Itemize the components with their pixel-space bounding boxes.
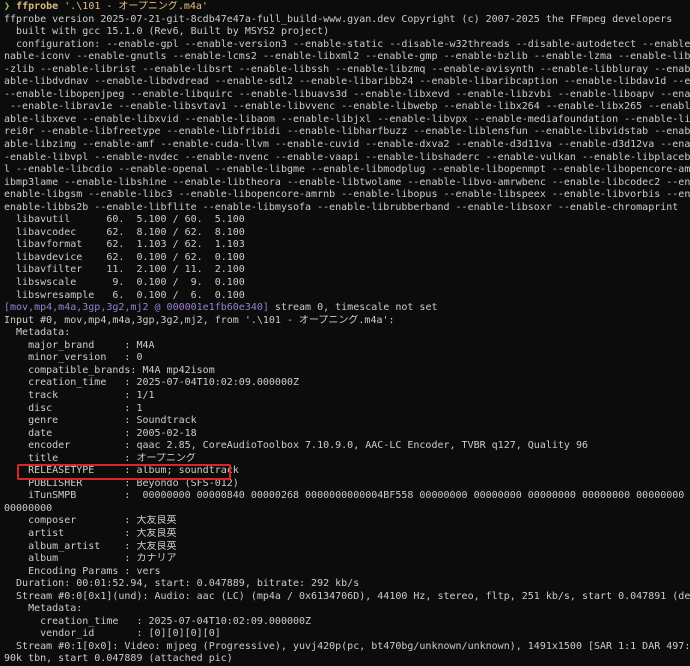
media-info-line: major_brand : M4A [4, 339, 155, 351]
prompt-line: ❯ ffprobe '.\101 - オープニング.m4a' [0, 1, 690, 14]
build-log-line: -zlib --enable-librist --enable-libsrt -… [4, 63, 690, 75]
media-info-line: artist : 大友良英 [4, 527, 177, 539]
command-text: ffprobe [16, 1, 59, 12]
media-info-line: track : 1/1 [4, 389, 155, 401]
media-info-line: Input #0, mov,mp4,m4a,3gp,3g2,mj2, from … [4, 314, 395, 326]
build-log-line: enable-libgsm --enable-libc3 --enable-li… [4, 189, 690, 201]
media-info-line: date : 2005-02-18 [4, 427, 197, 439]
build-log-line: libavfilter 11. 2.100 / 11. 2.100 [4, 264, 245, 276]
build-log-line: libavdevice 62. 0.100 / 62. 0.100 [4, 251, 245, 263]
build-log-line: libavcodec 62. 8.100 / 62. 8.100 [4, 226, 245, 238]
media-info-line: minor_version : 0 [4, 352, 143, 364]
media-info-line: composer : 大友良英 [4, 515, 177, 527]
media-info-line: Stream #0:0[0x1](und): Audio: aac (LC) (… [4, 590, 690, 602]
media-info-line: Metadata: [4, 327, 71, 339]
media-info-line: Duration: 00:01:52.94, start: 0.047889, … [4, 578, 360, 590]
media-info-line: 00000000 [4, 502, 53, 514]
media-info-line: creation_time : 2025-07-04T10:02:09.0000… [4, 615, 312, 627]
build-log-line: --enable-libopenjpeg --enable-libquirc -… [4, 88, 690, 100]
media-info-line: Stream #0:1[0x0]: Video: mjpeg (Progress… [16, 640, 690, 652]
terminal-window[interactable]: ❯ ffprobe '.\101 - オープニング.m4a' ffprobe v… [0, 1, 690, 666]
build-log-line: able-libxeve --enable-libxvid --enable-l… [4, 113, 690, 125]
media-info-line: Encoding Params : vers [4, 565, 161, 577]
build-log-line: libswresample 6. 0.100 / 6. 0.100 [4, 289, 245, 301]
build-log-line: libavutil 60. 5.100 / 60. 5.100 [4, 214, 245, 226]
build-log-line: enable-libbs2b --enable-libflite --enabl… [4, 201, 679, 213]
media-info-line: vendor_id : [0][0][0][0] [4, 628, 221, 640]
demuxer-tag: [mov,mp4,m4a,3gp,3g2,mj2 @ 000001e1fb60e… [4, 302, 269, 314]
build-log-line: l --enable-libcdio --enable-openal --ena… [4, 164, 690, 176]
media-info-block: Input #0, mov,mp4,m4a,3gp,3g2,mj2, from … [0, 315, 690, 666]
media-info-line: disc : 1 [4, 402, 143, 414]
media-info-line: iTunSMPB : 00000000 00000840 00000268 00… [28, 490, 685, 502]
stream-warning-text: stream 0, timescale not set [268, 302, 438, 314]
build-log-line: ffprobe version 2025-07-21-git-8cdb47e47… [4, 13, 673, 25]
build-log-line: built with gcc 15.1.0 (Rev6, Built by MS… [4, 26, 330, 38]
media-info-line: compatible_brands: M4A mp42isom [4, 364, 215, 376]
build-info-block: ffprobe version 2025-07-21-git-8cdb47e47… [0, 14, 690, 303]
media-info-line: creation_time : 2025-07-04T10:02:09.0000… [4, 377, 300, 389]
media-info-line: 90k tbn, start 0.047889 (attached pic) [4, 653, 233, 665]
build-log-line: --enable-librav1e --enable-libsvtav1 --e… [10, 101, 690, 113]
build-log-line: ibmp3lame --enable-libshine --enable-lib… [4, 176, 690, 188]
build-log-line: rei0r --enable-libfreetype --enable-libf… [4, 126, 690, 138]
build-log-line: libswscale 9. 0.100 / 9. 0.100 [4, 277, 245, 289]
build-log-line: nable-iconv --enable-gnutls --enable-lcm… [4, 51, 690, 63]
media-info-line: encoder : qaac 2.85, CoreAudioToolbox 7.… [4, 440, 588, 452]
media-info-line: Metadata: [4, 603, 83, 615]
media-info-line: album_artist : 大友良英 [4, 540, 177, 552]
command-argument: '.\101 - オープニング.m4a' [64, 1, 208, 12]
build-log-line: able-libzimg --enable-amf --enable-cuda-… [4, 139, 690, 151]
build-log-line: libavformat 62. 1.103 / 62. 1.103 [4, 239, 245, 251]
prompt-arrow-icon: ❯ [4, 1, 11, 12]
stream-warning-line: [mov,mp4,m4a,3gp,3g2,mj2 @ 000001e1fb60e… [0, 302, 690, 315]
media-info-line: genre : Soundtrack [4, 415, 197, 427]
releasetype-highlight-box [17, 464, 231, 481]
build-log-line: -enable-libvpl --enable-nvdec --enable-n… [4, 151, 690, 163]
build-log-line: able-libdvdnav --enable-libdvdread --ena… [4, 76, 690, 88]
build-log-line: configuration: --enable-gpl --enable-ver… [16, 38, 690, 50]
media-info-line: album : カナリア [4, 553, 177, 565]
